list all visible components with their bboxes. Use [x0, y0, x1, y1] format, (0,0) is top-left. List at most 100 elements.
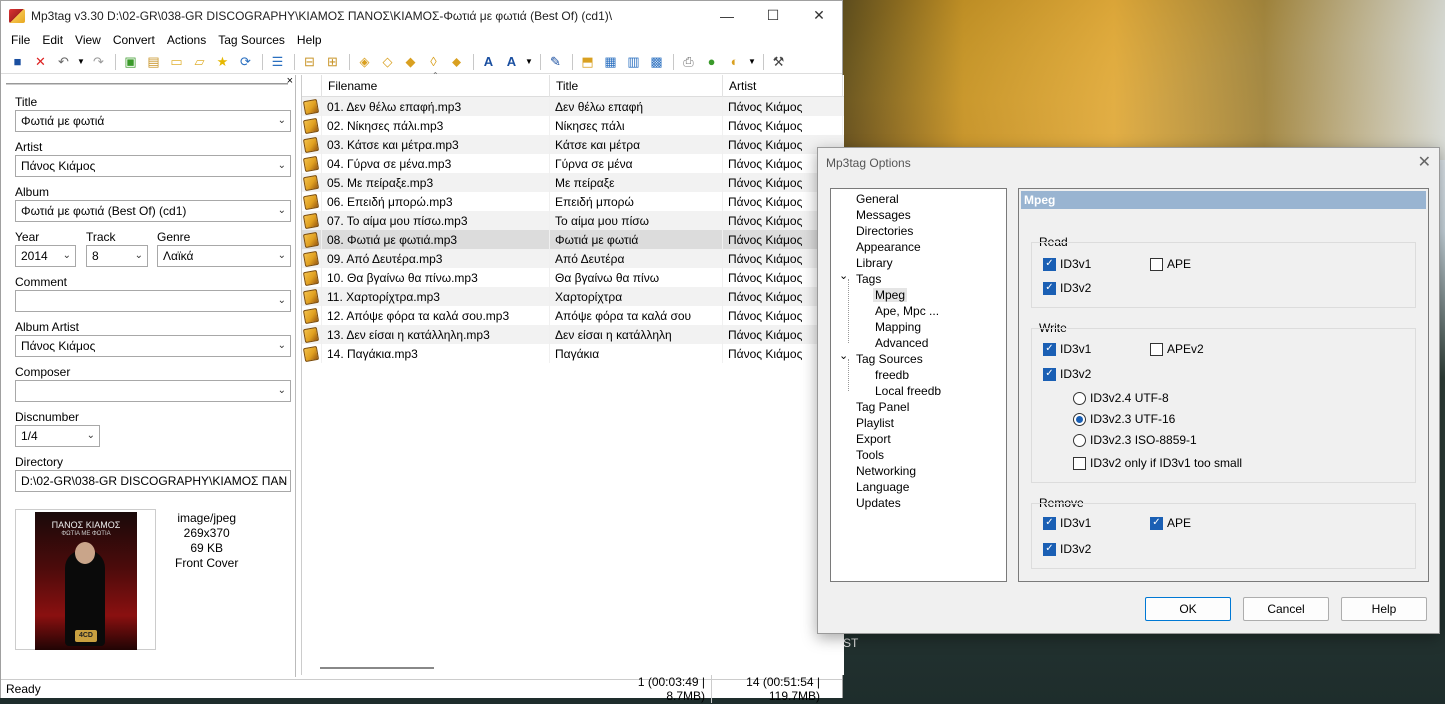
export-icon[interactable]: ⊟	[299, 52, 320, 72]
column-title[interactable]: Title	[550, 75, 723, 97]
tag-filename-icon[interactable]: ⊞	[322, 52, 343, 72]
menu-help[interactable]: Help	[291, 33, 328, 47]
radio-id3v24-utf8[interactable]: ID3v2.4 UTF-8	[1073, 391, 1169, 405]
globe-icon[interactable]: ●	[701, 52, 722, 72]
undo-icon[interactable]: ↶	[53, 52, 74, 72]
tree-tag-panel[interactable]: Tag Panel	[856, 400, 909, 414]
table-row[interactable]: 06. Επειδή μπορώ.mp3 Επειδή μπορώ Πάνος Κι…	[302, 192, 844, 211]
tree-tag-sources-expander-icon[interactable]: ⌄	[839, 349, 848, 362]
remove-id3v2-checkbox[interactable]: ✓ ID3v2	[1043, 542, 1091, 556]
table-row[interactable]: 13. Δεν είσαι η κατάλληλη.mp3 Δεν είσαι η…	[302, 325, 844, 344]
redo-icon[interactable]: ↷	[88, 52, 109, 72]
close-button[interactable]: ✕	[796, 1, 842, 30]
print-icon[interactable]: ⎙	[678, 52, 699, 72]
write-apev2-checkbox[interactable]: APEv2	[1150, 342, 1204, 356]
filename-tag-icon[interactable]: ◈	[354, 52, 375, 72]
table-row[interactable]: 14. Παγάκια.mp3 Παγάκια Πάνος Κιάμος	[302, 344, 844, 363]
discnumber-field[interactable]: 1/4 ⌄	[15, 425, 100, 447]
tree-freedb[interactable]: freedb	[875, 368, 909, 382]
table-row[interactable]: 08. Φωτιά με φωτιά.mp3 Φωτιά με φωτιά Πάνο…	[302, 230, 844, 249]
help-button[interactable]: Help	[1341, 597, 1427, 621]
menu-view[interactable]: View	[69, 33, 107, 47]
comment-field[interactable]: ⌄	[15, 290, 291, 312]
title-field[interactable]: Φωτιά με φωτιά ⌄	[15, 110, 291, 132]
read-ape-checkbox[interactable]: APE	[1150, 257, 1191, 271]
tree-tools[interactable]: Tools	[856, 448, 884, 462]
directory-field[interactable]: D:\02-GR\038-GR DISCOGRAPHY\ΚΙΑΜΟΣ ΠΑΝ ⌄	[15, 470, 291, 492]
tree-export[interactable]: Export	[856, 432, 891, 446]
table-row[interactable]: 09. Από Δευτέρα.mp3 Από Δευτέρα Πάνος Κιάμ…	[302, 249, 844, 268]
menu-convert[interactable]: Convert	[107, 33, 161, 47]
tree-tags[interactable]: Tags	[856, 272, 881, 286]
menu-file[interactable]: File	[5, 33, 36, 47]
album-artist-field[interactable]: Πάνος Κιάμος ⌄	[15, 335, 291, 357]
remove-ape-checkbox[interactable]: ✓ APE	[1150, 516, 1191, 530]
maximize-button[interactable]: ☐	[750, 1, 796, 30]
table-row[interactable]: 11. Χαρτορίχτρα.mp3 Χαρτορίχτρα Πάνος Κιάμ…	[302, 287, 844, 306]
table-row[interactable]: 07. Το αίμα μου πίσω.mp3 Το αίμα μου πίσω…	[302, 211, 844, 230]
help-icon[interactable]: ▩	[646, 52, 667, 72]
tree-playlist[interactable]: Playlist	[856, 416, 894, 430]
track-field[interactable]: 8 ⌄	[86, 245, 148, 267]
table-row[interactable]: 12. Απόψε φόρα τα καλά σου.mp3 Απόψε φόρα…	[302, 306, 844, 325]
remove-id3v1-checkbox[interactable]: ✓ ID3v1	[1043, 516, 1091, 530]
case-dropdown-icon[interactable]: ▼	[524, 52, 534, 72]
case-icon[interactable]: A	[501, 52, 522, 72]
freedb-icon[interactable]: ▥	[623, 52, 644, 72]
remove-tag-icon[interactable]: ✕	[30, 52, 51, 72]
dialog-close-button[interactable]: ✕	[1418, 152, 1431, 172]
write-id3v2-checkbox[interactable]: ✓ ID3v2	[1043, 367, 1091, 381]
horizontal-scrollbar[interactable]	[320, 667, 434, 669]
save-icon[interactable]: ■	[7, 52, 28, 72]
tree-tag-sources[interactable]: Tag Sources	[856, 352, 923, 366]
id3v2-only-if-checkbox[interactable]: ID3v2 only if ID3v1 too small	[1073, 456, 1242, 470]
table-row[interactable]: 02. Νίκησες πάλι.mp3 Νίκησες πάλι Πάνος Κι…	[302, 116, 844, 135]
tree-library[interactable]: Library	[856, 256, 893, 270]
web-dropdown-icon[interactable]: ◐	[724, 52, 745, 72]
tree-messages[interactable]: Messages	[856, 208, 911, 222]
cancel-button[interactable]: Cancel	[1243, 597, 1329, 621]
tree-directories[interactable]: Directories	[856, 224, 913, 238]
minimize-button[interactable]: —	[704, 1, 750, 30]
filename-filename-icon[interactable]: ◆	[400, 52, 421, 72]
open-playlist-icon[interactable]: ⬒	[577, 52, 598, 72]
year-field[interactable]: 2014 ⌄	[15, 245, 76, 267]
table-row[interactable]: 03. Κάτσε και μέτρα.mp3 Κάτσε και μέτρα Πά…	[302, 135, 844, 154]
menu-edit[interactable]: Edit	[36, 33, 69, 47]
table-row[interactable]: 05. Με πείραξε.mp3 Με πείραξε Πάνος Κιάμος	[302, 173, 844, 192]
extended-tags-icon[interactable]: A	[478, 52, 499, 72]
tree-updates[interactable]: Updates	[856, 496, 901, 510]
composer-field[interactable]: ⌄	[15, 380, 291, 402]
web-sources-icon[interactable]: ▦	[600, 52, 621, 72]
undo-dropdown-icon[interactable]: ▼	[76, 52, 86, 72]
album-field[interactable]: Φωτιά με φωτιά (Best Of) (cd1) ⌄	[15, 200, 291, 222]
playlist-icon[interactable]: ☰	[267, 52, 288, 72]
radio-id3v23-utf16[interactable]: ID3v2.3 UTF-16	[1073, 412, 1175, 426]
column-artist[interactable]: Artist	[723, 75, 843, 97]
add-files-icon[interactable]: ▤	[143, 52, 164, 72]
tools-icon[interactable]: ⚒	[768, 52, 789, 72]
table-row[interactable]: 10. Θα βγαίνω θα πίνω.mp3 Θα βγαίνω θα πί…	[302, 268, 844, 287]
tag-panel-close-icon[interactable]: ×	[287, 75, 293, 87]
menu-tag-sources[interactable]: Tag Sources	[212, 33, 291, 47]
menu-actions[interactable]: Actions	[161, 33, 212, 47]
tree-language[interactable]: Language	[856, 480, 909, 494]
open-folder-icon[interactable]: ▭	[166, 52, 187, 72]
tree-appearance[interactable]: Appearance	[856, 240, 921, 254]
cover-art-box[interactable]: ΠΑΝΟΣ ΚΙΑΜΟΣ ΦΩΤΙΑ ΜΕ ΦΩΤΙΑ 4CD	[15, 509, 156, 650]
genre-field[interactable]: Λαϊκά ⌄	[157, 245, 291, 267]
table-row[interactable]: 04. Γύρνα σε μένα.mp3 Γύρνα σε μένα Πάνος …	[302, 154, 844, 173]
radio-id3v23-iso[interactable]: ID3v2.3 ISO-8859-1	[1073, 433, 1197, 447]
write-id3v1-checkbox[interactable]: ✓ ID3v1	[1043, 342, 1091, 356]
tree-ape-mpc[interactable]: Ape, Mpc ...	[875, 304, 939, 318]
tag-tag-icon[interactable]: ◊	[423, 52, 444, 72]
tree-tags-expander-icon[interactable]: ⌄	[839, 269, 848, 282]
tree-mapping[interactable]: Mapping	[875, 320, 921, 334]
text-filename-icon[interactable]: ◇	[377, 52, 398, 72]
favorites-folder-icon[interactable]: ▱	[189, 52, 210, 72]
tree-networking[interactable]: Networking	[856, 464, 916, 478]
table-row[interactable]: 01. Δεν θέλω επαφή.mp3 Δεν θέλω επαφή Πάνο…	[302, 97, 844, 116]
tree-mpeg[interactable]: Mpeg	[873, 288, 908, 302]
options-edit-icon[interactable]: ✎	[545, 52, 566, 72]
web-dropdown-arrow-icon[interactable]: ▼	[747, 52, 757, 72]
